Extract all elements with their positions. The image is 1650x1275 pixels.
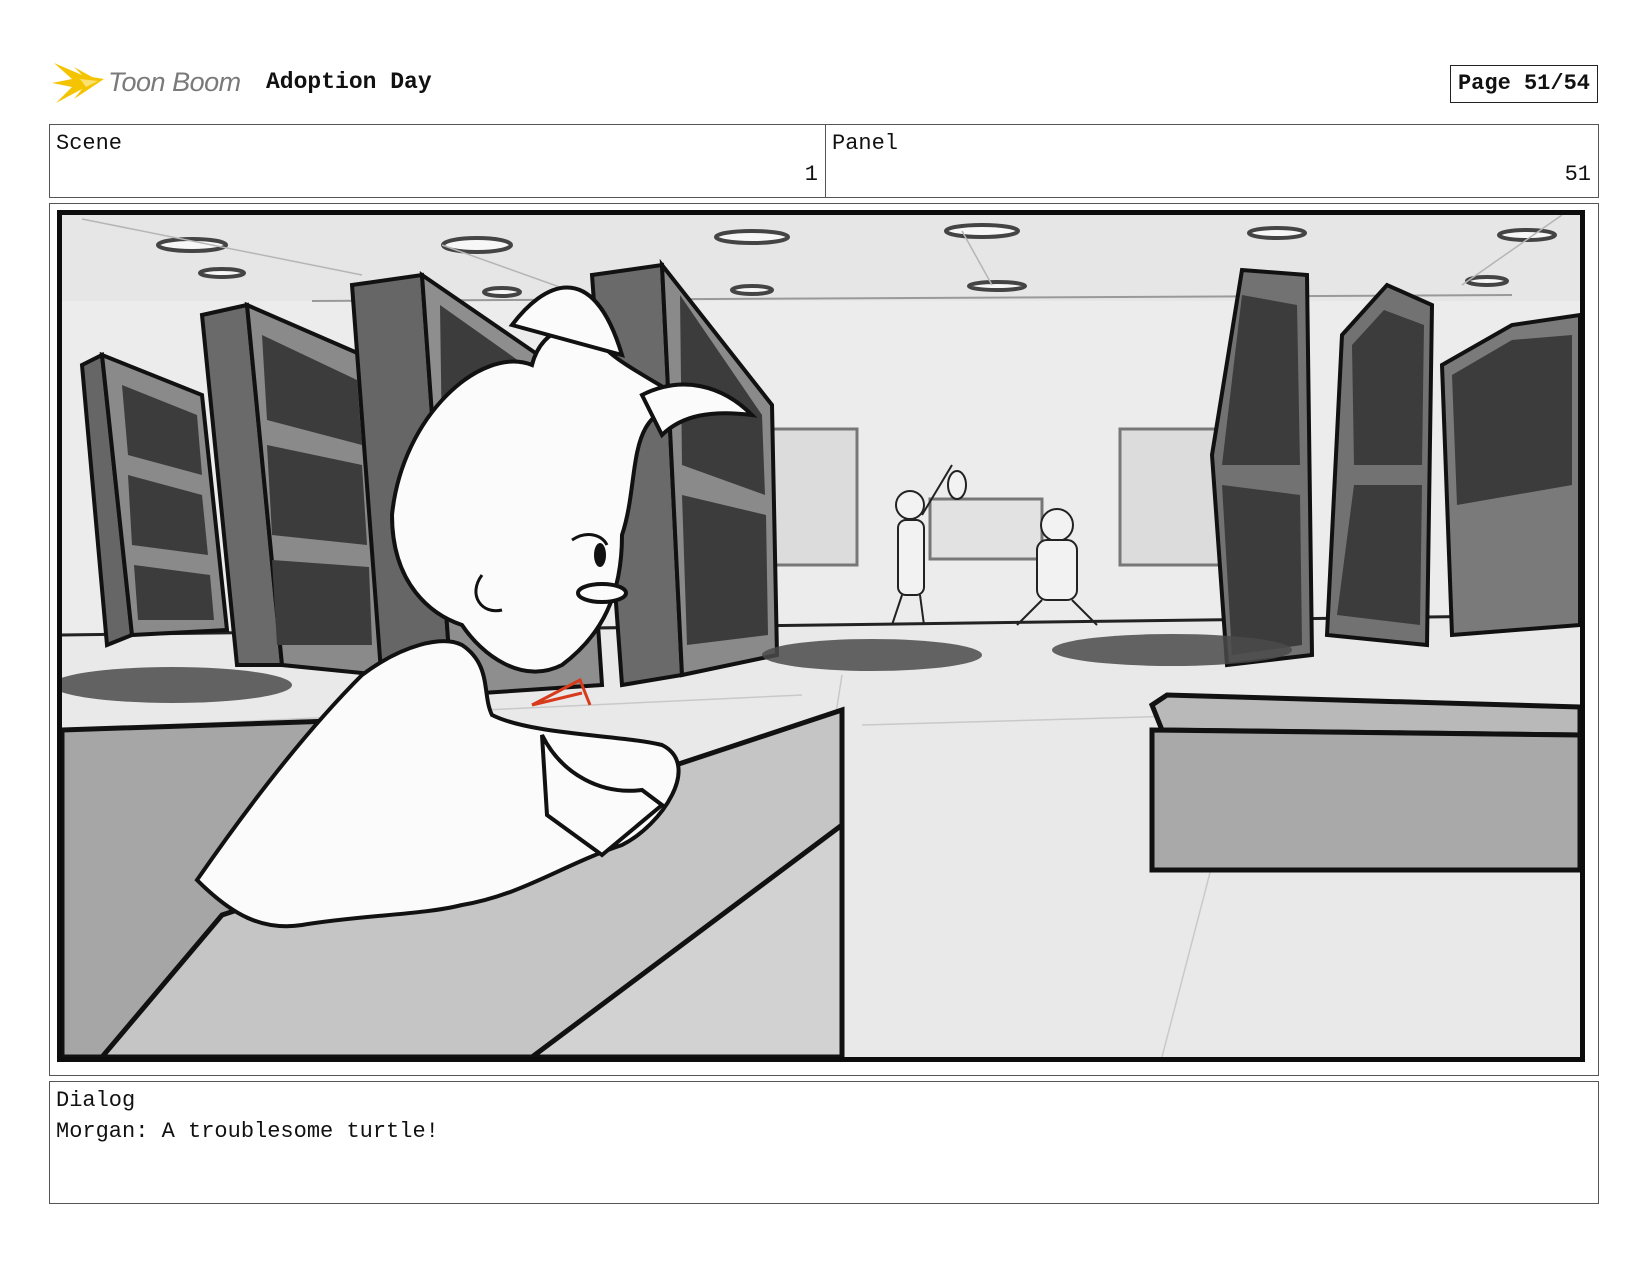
dialog-label: Dialog xyxy=(56,1088,136,1113)
project-title: Adoption Day xyxy=(266,69,432,95)
scene-panel-info: Scene 1 Panel 51 xyxy=(49,124,1599,198)
starburst-icon xyxy=(52,63,104,103)
page-indicator: Page 51/54 xyxy=(1449,65,1598,103)
storyboard-header: Toon Boom Adoption Day Page 51/54 xyxy=(52,55,1598,107)
scene-label: Scene xyxy=(56,131,123,156)
logo-text: Toon Boom xyxy=(108,67,241,97)
dialog-box: Dialog Morgan: A troublesome turtle! xyxy=(49,1081,1599,1204)
panel-cell: Panel 51 xyxy=(826,125,1598,197)
sketch-illustration xyxy=(62,215,1580,1057)
scene-number: 1 xyxy=(804,162,818,187)
dialog-text: Morgan: A troublesome turtle! xyxy=(56,1119,439,1144)
scene-cell: Scene 1 xyxy=(50,125,826,197)
toon-boom-logo: Toon Boom xyxy=(52,57,252,109)
panel-label: Panel xyxy=(832,131,899,156)
right-counter xyxy=(1148,692,1580,873)
panel-number: 51 xyxy=(1564,162,1591,187)
storyboard-panel-image xyxy=(57,210,1585,1062)
storyboard-frame xyxy=(49,203,1599,1076)
